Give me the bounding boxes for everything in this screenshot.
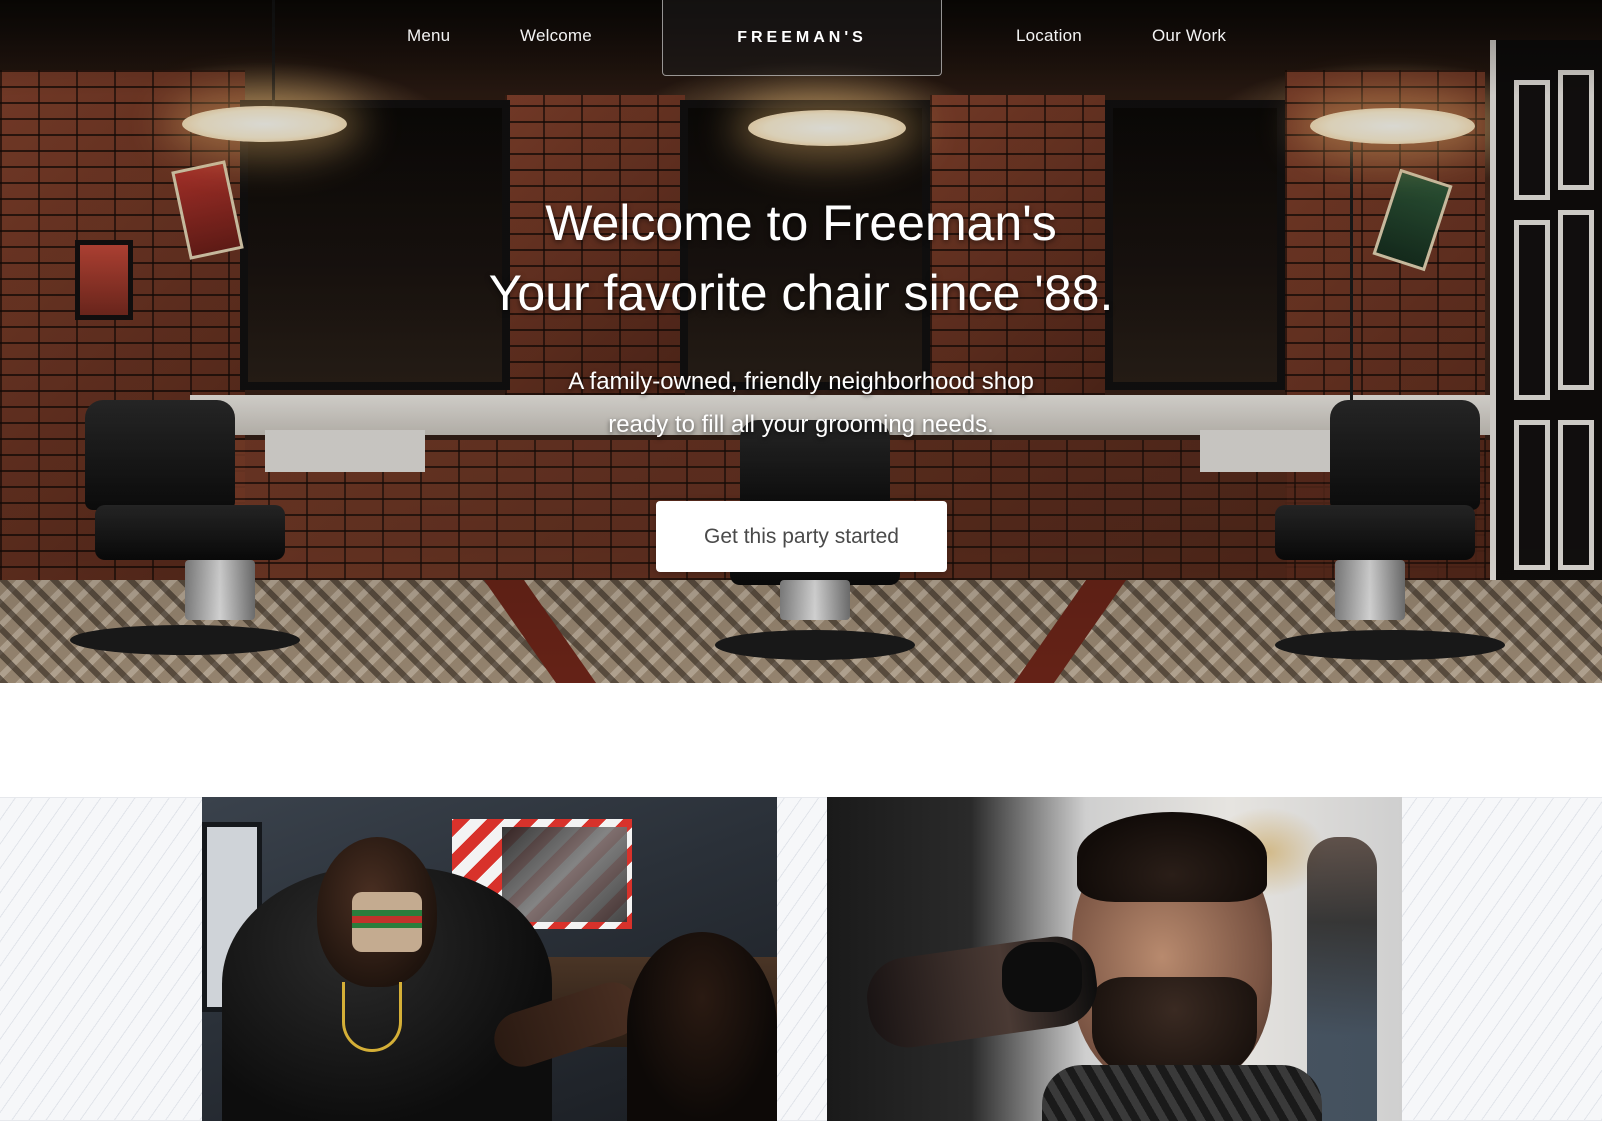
nav-link-menu[interactable]: Menu (407, 26, 450, 46)
hero-section: Welcome to Freeman's Your favorite chair… (0, 0, 1602, 683)
hero-subtitle: A family-owned, friendly neighborhood sh… (0, 360, 1602, 446)
hero-title-line-2: Your favorite chair since '88. (488, 265, 1114, 321)
brand-logo[interactable]: FREEMAN'S (662, 0, 942, 76)
hero-subtitle-line-2: ready to fill all your grooming needs. (608, 411, 994, 438)
nav-link-location[interactable]: Location (1016, 26, 1082, 46)
barber-with-mask-photo (202, 797, 777, 1121)
nav-link-welcome[interactable]: Welcome (520, 26, 592, 46)
get-started-button[interactable]: Get this party started (656, 501, 947, 572)
hero-subtitle-line-1: A family-owned, friendly neighborhood sh… (568, 368, 1034, 395)
top-navigation: Menu Welcome FREEMAN'S Location Our Work (0, 0, 1602, 76)
hero-title: Welcome to Freeman's Your favorite chair… (0, 188, 1602, 328)
hero-title-line-1: Welcome to Freeman's (545, 195, 1057, 251)
client-fade-haircut-photo (827, 797, 1402, 1121)
brand-name: FREEMAN'S (737, 28, 867, 46)
nav-link-our-work[interactable]: Our Work (1152, 26, 1226, 46)
hero-overlay (0, 0, 1602, 683)
